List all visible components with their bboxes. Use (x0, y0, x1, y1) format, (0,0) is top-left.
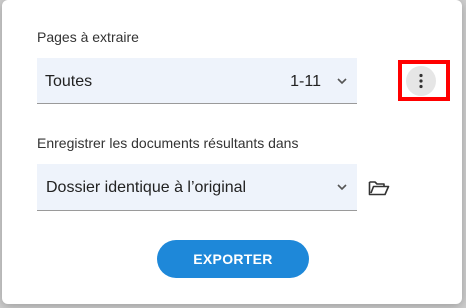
pages-label: Pages à extraire (37, 29, 139, 45)
folder-select-value: Dossier identique à l’original (46, 179, 247, 196)
pages-select[interactable]: Toutes 1-11 (37, 58, 357, 104)
browse-folder-button[interactable] (366, 176, 392, 200)
folder-select[interactable]: Dossier identique à l’original (37, 164, 357, 211)
pages-select-range: 1-11 (290, 73, 321, 90)
pages-select-value: Toutes (45, 73, 93, 90)
export-button[interactable]: EXPORTER (157, 240, 309, 278)
save-location-label: Enregistrer les documents résultants dan… (37, 135, 299, 151)
more-options-button[interactable] (406, 66, 436, 96)
export-dialog: Pages à extraire Toutes 1-11 Enregistrer… (2, 0, 462, 304)
chevron-down-icon (337, 184, 347, 191)
vertical-dots-icon (419, 73, 423, 89)
folder-open-icon (368, 181, 390, 196)
chevron-down-icon (337, 78, 347, 85)
